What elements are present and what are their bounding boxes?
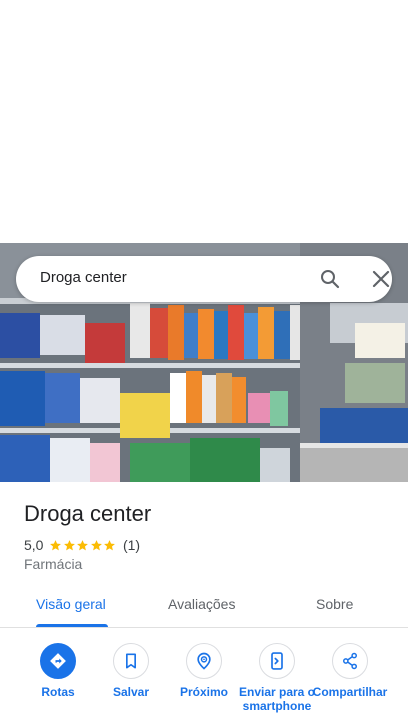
send-to-phone-button[interactable]: Enviar para o smartphone xyxy=(237,643,317,713)
directions-label: Rotas xyxy=(41,685,75,699)
action-buttons: Rotas Salvar Próximo Enviar para o smart… xyxy=(0,643,408,726)
map-area-blank xyxy=(0,0,408,243)
search-query[interactable]: Droga center xyxy=(40,269,127,286)
star-rating xyxy=(49,539,117,552)
share-label: Compartilhar xyxy=(312,685,388,699)
place-category: Farmácia xyxy=(24,556,83,572)
close-icon[interactable] xyxy=(369,267,393,291)
save-button[interactable]: Salvar xyxy=(91,643,171,699)
nearby-label: Próximo xyxy=(179,685,228,699)
place-tabs: Visão geral Avaliações Sobre xyxy=(0,585,408,628)
tab-reviews[interactable]: Avaliações xyxy=(168,596,235,612)
nearby-button[interactable]: Próximo xyxy=(164,643,244,699)
place-title: Droga center xyxy=(24,501,152,526)
star-icon xyxy=(50,539,62,550)
star-icon xyxy=(77,539,89,550)
nearby-icon xyxy=(197,652,211,670)
rating-row[interactable]: 5,0 (1) xyxy=(24,536,140,554)
directions-button[interactable]: Rotas xyxy=(18,643,98,699)
send-to-phone-label: Enviar para o smartphone xyxy=(238,685,316,713)
review-count: (1) xyxy=(122,537,141,553)
tab-overview[interactable]: Visão geral xyxy=(36,596,106,612)
directions-icon xyxy=(50,653,66,669)
share-icon xyxy=(343,652,357,670)
tab-about[interactable]: Sobre xyxy=(316,596,353,612)
star-icon xyxy=(104,539,116,550)
share-button[interactable]: Compartilhar xyxy=(310,643,390,699)
search-icon[interactable] xyxy=(318,267,342,291)
active-tab-indicator xyxy=(36,624,108,627)
save-label: Salvar xyxy=(112,685,150,699)
star-icon xyxy=(64,539,75,550)
search-bar[interactable]: Droga center xyxy=(16,256,392,302)
rating-value: 5,0 xyxy=(24,537,44,553)
bookmark-icon xyxy=(126,653,136,669)
star-icon xyxy=(91,539,102,550)
send-to-phone-icon xyxy=(271,652,283,670)
